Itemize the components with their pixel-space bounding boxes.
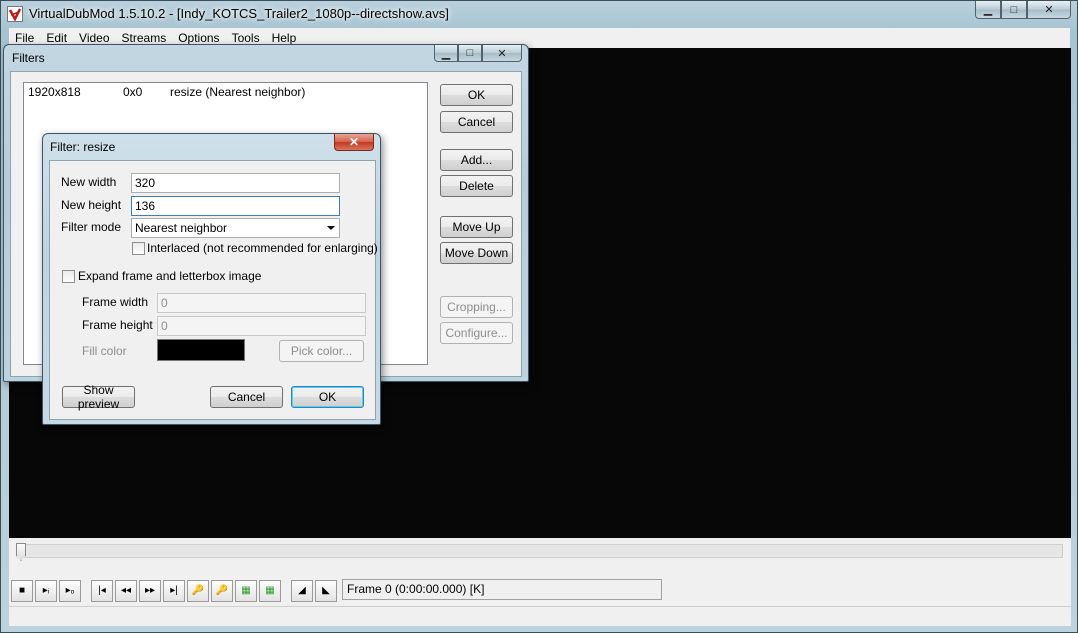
filters-cancel-button[interactable]: Cancel: [440, 111, 513, 133]
minimize-button[interactable]: ▁: [975, 1, 1001, 19]
filters-minimize-button[interactable]: ▁: [434, 45, 458, 62]
resize-dialog-body: New width New height Filter mode Nearest…: [49, 160, 378, 420]
fill-color-swatch: [157, 339, 245, 361]
filter-list-item[interactable]: 1920x818 0x0 resize (Nearest neighbor): [28, 85, 424, 101]
go-start-icon: |◂: [98, 585, 106, 596]
move-up-button[interactable]: Move Up: [440, 216, 513, 238]
go-start-button[interactable]: |◂: [91, 580, 113, 602]
maximize-icon: □: [466, 47, 474, 59]
menu-video[interactable]: Video: [73, 31, 115, 45]
go-end-icon: ▸|: [170, 585, 178, 596]
filters-ok-button[interactable]: OK: [440, 84, 513, 106]
stop-icon: ■: [18, 585, 26, 596]
play-output-icon: ▸ₒ: [65, 585, 75, 596]
show-preview-button[interactable]: Show preview: [62, 383, 135, 411]
menu-help[interactable]: Help: [266, 31, 303, 45]
position-slider-thumb[interactable]: [16, 543, 26, 561]
chevron-down-icon: [327, 226, 335, 230]
play-input-icon: ▸ᵢ: [42, 585, 50, 596]
menu-streams[interactable]: Streams: [116, 31, 173, 45]
filters-dialog-title: Filters: [12, 51, 45, 65]
filter-mode-select[interactable]: Nearest neighbor: [131, 218, 340, 238]
filter-name: resize (Nearest neighbor): [170, 85, 306, 99]
new-height-label: New height: [61, 198, 122, 212]
mark-out-button[interactable]: ◣: [315, 580, 337, 602]
main-window-title: VirtualDubMod 1.5.10.2 - [Indy_KOTCS_Tra…: [29, 6, 449, 21]
playback-panel: ■ ▸ᵢ ▸ₒ |◂ ◂◂ ▸▸ ▸| 🔑 🔑 ▦ ▦ ◢ ◣ Frame 0 …: [9, 538, 1071, 626]
move-down-button[interactable]: Move Down: [440, 242, 513, 264]
interlaced-checkbox[interactable]: [132, 242, 145, 255]
step-back-button[interactable]: ◂◂: [115, 580, 137, 602]
mark-in-button[interactable]: ◢: [291, 580, 313, 602]
scene-forward-button[interactable]: ▦: [259, 580, 281, 602]
stop-button[interactable]: ■: [11, 580, 33, 602]
mark-out-icon: ◣: [322, 585, 330, 596]
next-keyframe-button[interactable]: 🔑: [211, 580, 233, 602]
scene-back-icon: ▦: [241, 585, 251, 596]
filter-size: 1920x818: [28, 85, 81, 99]
new-height-field[interactable]: [131, 196, 340, 216]
fill-color-label: Fill color: [82, 344, 127, 358]
play-input-button[interactable]: ▸ᵢ: [35, 580, 57, 602]
position-slider[interactable]: [17, 544, 1063, 558]
minimize-icon: ▁: [441, 47, 451, 60]
close-icon: ✕: [348, 135, 360, 149]
delete-filter-button[interactable]: Delete: [440, 175, 513, 197]
close-icon: ✕: [497, 47, 507, 60]
maximize-icon: □: [1010, 3, 1018, 16]
next-keyframe-icon: 🔑: [215, 585, 229, 596]
resize-cancel-button[interactable]: Cancel: [210, 386, 283, 408]
filter-mode-label: Filter mode: [61, 220, 122, 234]
expand-frame-checkbox[interactable]: [62, 270, 75, 283]
prev-keyframe-icon: 🔑: [191, 585, 205, 596]
frame-height-label: Frame height: [82, 318, 153, 332]
minimize-icon: ▁: [983, 4, 993, 16]
main-titlebar[interactable]: VirtualDubMod 1.5.10.2 - [Indy_KOTCS_Tra…: [1, 1, 1077, 27]
menu-options[interactable]: Options: [172, 31, 225, 45]
main-window-controls: ▁ □ ✕: [975, 1, 1071, 19]
scene-forward-icon: ▦: [265, 585, 275, 596]
menu-tools[interactable]: Tools: [226, 31, 266, 45]
go-end-button[interactable]: ▸|: [163, 580, 185, 602]
frame-status: Frame 0 (0:00:00.000) [K]: [342, 579, 662, 600]
filter-resize-dialog: Filter: resize ✕ New width New height Fi…: [42, 133, 381, 425]
interlaced-label[interactable]: Interlaced (not recommended for enlargin…: [147, 241, 378, 255]
frame-width-label: Frame width: [82, 295, 149, 309]
filters-maximize-button[interactable]: □: [458, 45, 482, 62]
pick-color-button[interactable]: Pick color...: [279, 340, 364, 362]
new-width-field[interactable]: [131, 173, 340, 193]
filter-mode-value: Nearest neighbor: [135, 221, 228, 235]
filters-dialog-controls: ▁ □ ✕: [434, 45, 522, 62]
mark-in-icon: ◢: [298, 585, 306, 596]
scene-back-button[interactable]: ▦: [235, 580, 257, 602]
menu-file[interactable]: File: [9, 31, 40, 45]
configure-button[interactable]: Configure...: [440, 322, 513, 344]
close-icon: ✕: [1044, 4, 1054, 16]
frame-height-field[interactable]: [157, 316, 366, 336]
status-bar: [9, 606, 1071, 626]
resize-ok-button[interactable]: OK: [291, 386, 364, 408]
expand-frame-label[interactable]: Expand frame and letterbox image: [78, 269, 261, 283]
resize-dialog-title: Filter: resize: [50, 140, 116, 154]
maximize-button[interactable]: □: [1001, 1, 1027, 19]
step-back-icon: ◂◂: [120, 585, 132, 596]
new-width-label: New width: [61, 175, 117, 189]
menu-edit[interactable]: Edit: [40, 31, 73, 45]
resize-close-button[interactable]: ✕: [334, 134, 374, 151]
filter-offset: 0x0: [123, 85, 143, 99]
filters-close-button[interactable]: ✕: [482, 45, 522, 62]
virtualdub-app-icon[interactable]: [7, 6, 23, 22]
play-output-button[interactable]: ▸ₒ: [59, 580, 81, 602]
prev-keyframe-button[interactable]: 🔑: [187, 580, 209, 602]
cropping-button[interactable]: Cropping...: [440, 296, 513, 318]
add-filter-button[interactable]: Add...: [440, 149, 513, 171]
step-forward-button[interactable]: ▸▸: [139, 580, 161, 602]
step-forward-icon: ▸▸: [144, 585, 156, 596]
frame-width-field[interactable]: [157, 293, 366, 313]
close-button[interactable]: ✕: [1027, 1, 1071, 19]
